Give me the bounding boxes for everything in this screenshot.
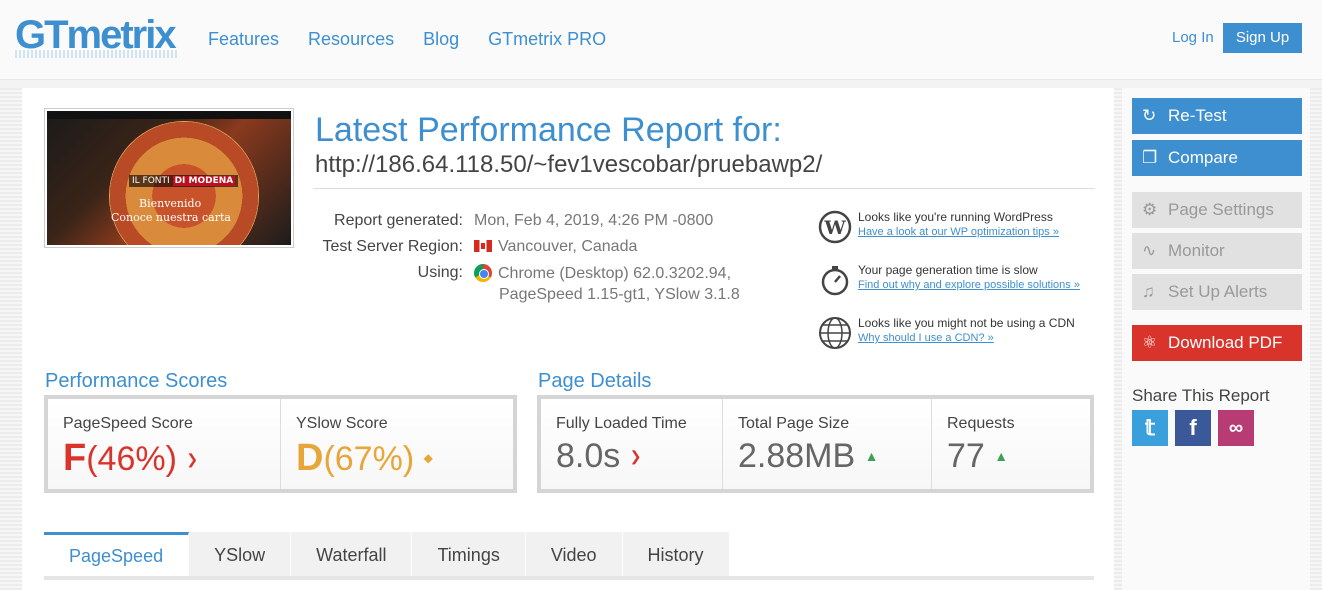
canada-flag-icon [474, 240, 492, 252]
requests: Requests 77 ▲ [932, 399, 1090, 489]
chevron-down-icon: ❯ [186, 451, 199, 467]
copy-icon: ❐ [1142, 148, 1158, 167]
tab-waterfall[interactable]: Waterfall [291, 532, 413, 576]
thumbnail-line1: Bienvenido [139, 197, 202, 210]
thumbnail-line2: Conoce nuestra carta [111, 211, 231, 224]
yslow-label: YSlow Score [296, 415, 388, 432]
thumbnail-navbar [47, 111, 291, 119]
chevron-down-icon: ❯ [629, 448, 642, 464]
region-label: Test Server Region: [322, 238, 463, 255]
wordpress-icon: W [818, 210, 852, 244]
performance-scores-title: Performance Scores [45, 370, 228, 392]
generated-value: Mon, Feb 4, 2019, 4:26 PM -0800 [474, 212, 714, 229]
nav-blog[interactable]: Blog [423, 28, 459, 50]
tab-pagespeed[interactable]: PageSpeed [44, 532, 190, 576]
yslow-value: D(67%) ◆ [296, 437, 433, 479]
tab-yslow[interactable]: YSlow [189, 532, 292, 576]
globe-icon [819, 317, 851, 349]
size-value: 2.88MB ▲ [738, 437, 879, 475]
bell-icon: ♫ [1142, 282, 1155, 301]
chevron-up-icon: ▲ [994, 448, 1009, 464]
share-title: Share This Report [1132, 386, 1270, 405]
nav-resources[interactable]: Resources [308, 28, 394, 50]
loaded-value: 8.0s ❯ [556, 437, 642, 475]
pagespeed-value: F(46%) ❯ [63, 437, 199, 479]
yslow-score: YSlow Score D(67%) ◆ [281, 399, 513, 489]
right-stripe [1310, 88, 1322, 590]
tip-link[interactable]: Why should I use a CDN? » [858, 332, 994, 344]
tab-history[interactable]: History [622, 532, 730, 576]
tab-timings[interactable]: Timings [412, 532, 526, 576]
refresh-icon: ↻ [1142, 106, 1157, 125]
svg-text:W: W [823, 217, 846, 239]
tip-text: Your page generation time is slow [858, 263, 1038, 277]
pdf-icon: ⚛ [1142, 333, 1158, 352]
chevron-up-icon: ▲ [864, 448, 879, 464]
region-value: Vancouver, Canada [474, 238, 637, 256]
twitter-share-icon[interactable]: 𝕥 [1132, 410, 1168, 446]
requests-value: 77 ▲ [947, 437, 1009, 475]
divider [313, 188, 1095, 189]
chrome-icon [474, 264, 492, 282]
signup-button[interactable]: Sign Up [1223, 23, 1302, 53]
thumbnail-brand: IL FONTI DI MODENA [129, 175, 239, 187]
retest-button[interactable]: ↻ Re-Test [1132, 98, 1302, 134]
nav-features[interactable]: Features [208, 28, 279, 50]
middle-stripe [1114, 88, 1122, 590]
monitor-button[interactable]: ∿ Monitor [1132, 233, 1302, 269]
tip-link[interactable]: Find out why and explore possible soluti… [858, 279, 1080, 291]
total-page-size: Total Page Size 2.88MB ▲ [723, 399, 932, 489]
tip-link[interactable]: Have a look at our WP optimization tips … [858, 226, 1059, 238]
page-settings-button[interactable]: ⚙ Page Settings [1132, 192, 1302, 228]
size-label: Total Page Size [738, 415, 850, 432]
page-thumbnail: IL FONTI DI MODENA Bienvenido Conoce nue… [44, 108, 294, 248]
tip-text: Looks like you might not be using a CDN [858, 316, 1075, 330]
link-share-icon[interactable]: ∞ [1218, 410, 1254, 446]
logo-underline [15, 50, 177, 58]
page-details-box: Fully Loaded Time 8.0s ❯ Total Page Size… [537, 395, 1094, 493]
diamond-icon: ◆ [423, 451, 433, 465]
stopwatch-icon [821, 266, 849, 296]
requests-label: Requests [947, 415, 1015, 432]
loaded-label: Fully Loaded Time [556, 415, 687, 432]
main-nav: Features Resources Blog GTmetrix PRO [208, 28, 635, 50]
using-value: Chrome (Desktop) 62.0.3202.94, [474, 264, 731, 283]
using-label: Using: [417, 264, 463, 281]
report-tabs: PageSpeed YSlow Waterfall Timings Video … [44, 532, 1094, 580]
pagespeed-label: PageSpeed Score [63, 415, 193, 432]
pulse-icon: ∿ [1142, 241, 1157, 260]
tab-video[interactable]: Video [525, 532, 623, 576]
facebook-share-icon[interactable]: f [1175, 410, 1211, 446]
left-stripe [0, 88, 22, 590]
using-value-2: PageSpeed 1.15-gt1, YSlow 3.1.8 [499, 286, 740, 303]
tip-text: Looks like you're running WordPress [858, 210, 1053, 224]
report-url: http://186.64.118.50/~fev1vescobar/prueb… [315, 151, 823, 178]
compare-button[interactable]: ❐ Compare [1132, 140, 1302, 176]
page-details-title: Page Details [538, 370, 652, 392]
generated-label: Report generated: [334, 212, 463, 229]
header: GTmetrix Features Resources Blog GTmetri… [0, 0, 1322, 80]
fully-loaded-time: Fully Loaded Time 8.0s ❯ [541, 399, 723, 489]
pagespeed-score: PageSpeed Score F(46%) ❯ [48, 399, 281, 489]
download-pdf-button[interactable]: ⚛ Download PDF [1132, 325, 1302, 361]
page-title: Latest Performance Report for: [315, 111, 782, 149]
nav-gtmetrix-pro[interactable]: GTmetrix PRO [488, 28, 606, 50]
gear-icon: ⚙ [1142, 200, 1158, 219]
alerts-button[interactable]: ♫ Set Up Alerts [1132, 274, 1302, 310]
login-link[interactable]: Log In [1172, 29, 1214, 46]
performance-scores-box: PageSpeed Score F(46%) ❯ YSlow Score D(6… [44, 395, 517, 493]
thumbnail-image: IL FONTI DI MODENA Bienvenido Conoce nue… [47, 111, 291, 245]
